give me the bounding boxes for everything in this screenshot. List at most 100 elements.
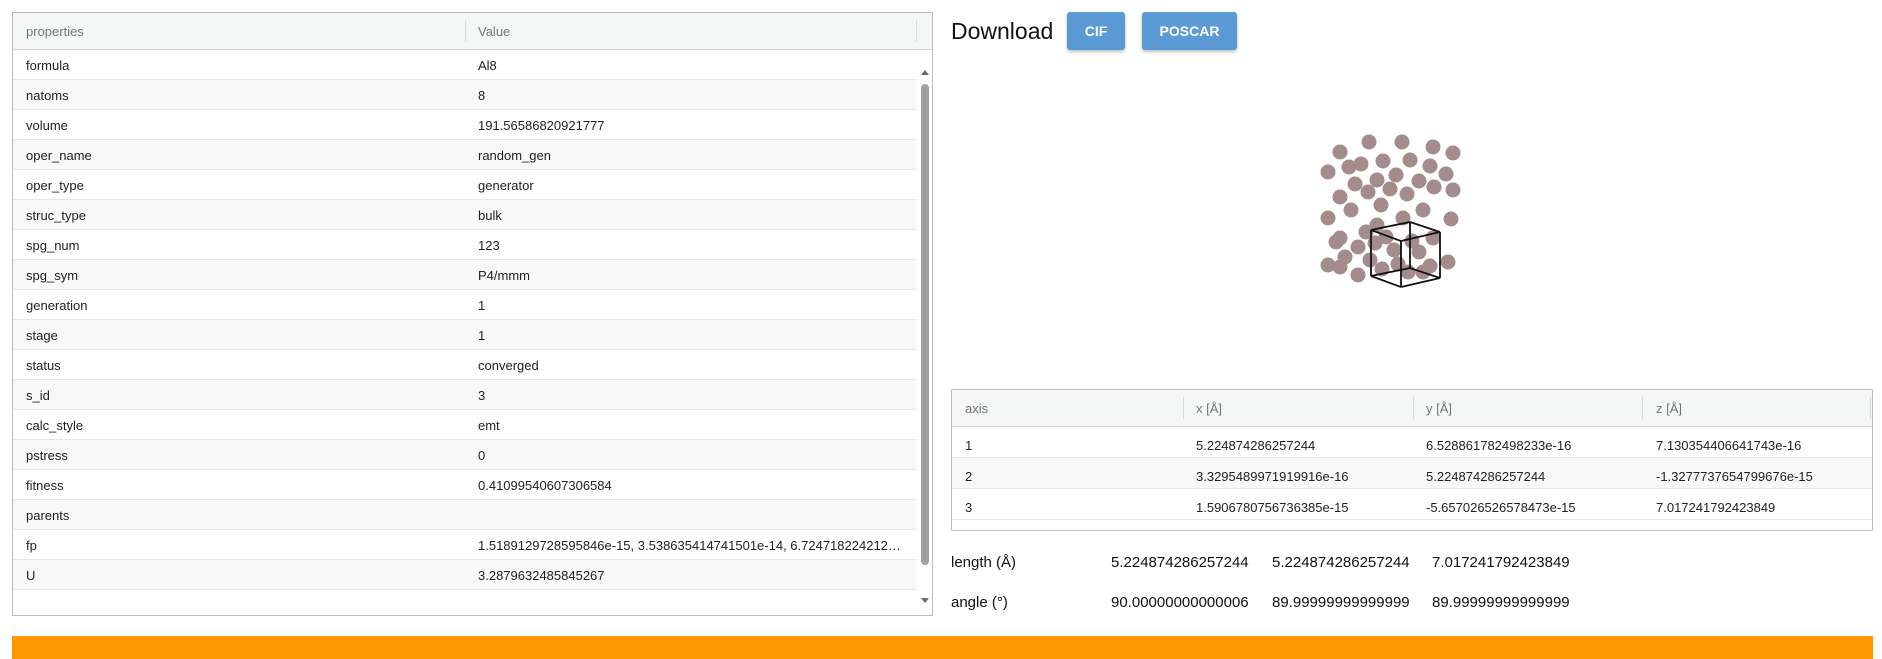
- atom-sphere: [1353, 156, 1369, 172]
- property-row[interactable]: U 3.2879632485845267: [13, 560, 917, 590]
- atom-sphere: [1332, 144, 1348, 160]
- property-key: stage: [26, 328, 58, 343]
- property-row[interactable]: formula Al8: [13, 50, 917, 80]
- property-value: generator: [478, 178, 534, 193]
- property-value: 3: [478, 388, 486, 403]
- property-key: U: [26, 568, 36, 583]
- property-row[interactable]: parents: [13, 500, 917, 530]
- atom-sphere: [1422, 158, 1438, 174]
- property-row[interactable]: oper_type generator: [13, 170, 917, 200]
- property-key: volume: [26, 118, 68, 133]
- property-value: 0.41099540607306584: [478, 478, 612, 493]
- atom-sphere: [1320, 210, 1336, 226]
- property-row[interactable]: spg_num 123: [13, 230, 917, 260]
- property-key: formula: [26, 58, 70, 73]
- property-key: fp: [26, 538, 37, 553]
- property-row[interactable]: generation 1: [13, 290, 917, 320]
- property-key: fitness: [26, 478, 64, 493]
- atom-sphere: [1382, 181, 1398, 197]
- lattice-grid-header: axis x [Å] y [Å] z [Å]: [952, 390, 1872, 427]
- download-label: Download: [951, 18, 1054, 44]
- scrollbar-thumb[interactable]: [921, 84, 929, 565]
- column-separator: [1413, 397, 1414, 419]
- property-key: natoms: [26, 88, 69, 103]
- property-row[interactable]: pstress 0: [13, 440, 917, 470]
- lattice-row[interactable]: 3 1.5906780756736385e-15 -5.657026526578…: [952, 489, 1872, 520]
- unit-cell-edge: [1370, 275, 1402, 288]
- property-key: pstress: [26, 448, 68, 463]
- column-separator: [1642, 397, 1643, 419]
- lattice-cell-axis: 1: [965, 438, 973, 453]
- atom-sphere: [1343, 202, 1359, 218]
- lattice-grid[interactable]: axis x [Å] y [Å] z [Å] 1 5.2248742862572…: [951, 389, 1873, 531]
- property-key: spg_sym: [26, 268, 79, 283]
- atom-sphere: [1445, 145, 1461, 161]
- property-key: oper_type: [26, 178, 84, 193]
- property-key: s_id: [26, 388, 50, 403]
- property-row[interactable]: struc_type bulk: [13, 200, 917, 230]
- atom-sphere: [1373, 197, 1389, 213]
- length-value-c: 7.017241792423849: [1432, 554, 1570, 571]
- poscar-download-button[interactable]: POSCAR: [1142, 12, 1237, 50]
- column-header-axis[interactable]: axis: [965, 401, 988, 416]
- column-header-x[interactable]: x [Å]: [1196, 401, 1222, 416]
- column-separator: [1183, 397, 1184, 419]
- property-row[interactable]: natoms 8: [13, 80, 917, 110]
- atom-sphere: [1399, 186, 1415, 202]
- structure-3d-viewer[interactable]: [1300, 120, 1520, 320]
- property-row[interactable]: oper_name random_gen: [13, 140, 917, 170]
- atom-sphere: [1332, 189, 1348, 205]
- column-header-z[interactable]: z [Å]: [1656, 401, 1682, 416]
- atom-sphere: [1425, 139, 1441, 155]
- atom-sphere: [1443, 211, 1459, 227]
- lattice-cell-x: 5.224874286257244: [1196, 438, 1316, 453]
- properties-grid-header: properties Value: [13, 13, 932, 50]
- property-key: status: [26, 358, 61, 373]
- property-row[interactable]: s_id 3: [13, 380, 917, 410]
- lattice-cell-z: 7.017241792423849: [1656, 500, 1776, 515]
- property-row[interactable]: stage 1: [13, 320, 917, 350]
- column-header-value[interactable]: Value: [478, 24, 510, 39]
- column-separator: [916, 20, 917, 42]
- length-value-a: 5.224874286257244: [1111, 554, 1249, 571]
- angle-value-gamma: 89.99999999999999: [1432, 594, 1570, 611]
- property-row[interactable]: fp 1.5189129728595846e-15, 3.538635414741…: [13, 530, 917, 560]
- property-row[interactable]: volume 191.56586820921777: [13, 110, 917, 140]
- atom-sphere: [1445, 182, 1461, 198]
- lattice-cell-axis: 3: [965, 500, 973, 515]
- property-row[interactable]: status converged: [13, 350, 917, 380]
- lattice-cell-x: 3.3295489971919916e-16: [1196, 469, 1349, 484]
- property-row[interactable]: fitness 0.41099540607306584: [13, 470, 917, 500]
- atom-sphere: [1362, 252, 1378, 268]
- lattice-row[interactable]: 2 3.3295489971919916e-16 5.2248742862572…: [952, 458, 1872, 489]
- column-header-y[interactable]: y [Å]: [1426, 401, 1452, 416]
- atom-sphere: [1320, 164, 1336, 180]
- property-value: 1: [478, 298, 486, 313]
- lattice-cell-z: 7.130354406641743e-16: [1656, 438, 1802, 453]
- property-key: generation: [26, 298, 88, 313]
- column-header-properties[interactable]: properties: [26, 24, 84, 39]
- property-row[interactable]: spg_sym P4/mmm: [13, 260, 917, 290]
- lattice-cell-y: -5.657026526578473e-15: [1426, 500, 1576, 515]
- atom-sphere: [1394, 134, 1410, 150]
- atom-sphere: [1360, 184, 1376, 200]
- property-value: 8: [478, 88, 486, 103]
- lattice-row[interactable]: 1 5.224874286257244 6.528861782498233e-1…: [952, 427, 1872, 458]
- properties-grid[interactable]: properties Value formula Al8 natoms 8 volume…: [12, 12, 933, 616]
- lattice-cell-x: 1.5906780756736385e-15: [1196, 500, 1349, 515]
- properties-scrollbar[interactable]: [918, 50, 932, 615]
- column-separator: [1870, 397, 1871, 419]
- scroll-down-arrow-icon[interactable]: [921, 598, 929, 603]
- cif-download-button[interactable]: CIF: [1067, 12, 1125, 50]
- property-key: struc_type: [26, 208, 86, 223]
- atom-sphere: [1411, 244, 1427, 260]
- property-row[interactable]: calc_style emt: [13, 410, 917, 440]
- property-value: emt: [478, 418, 500, 433]
- property-value: 3.2879632485845267: [478, 568, 605, 583]
- atom-sphere: [1369, 172, 1385, 188]
- scroll-up-arrow-icon[interactable]: [921, 70, 929, 75]
- property-key: oper_name: [26, 148, 92, 163]
- unit-cell-edge: [1409, 221, 1441, 233]
- atom-sphere: [1367, 235, 1383, 251]
- property-key: calc_style: [26, 418, 84, 433]
